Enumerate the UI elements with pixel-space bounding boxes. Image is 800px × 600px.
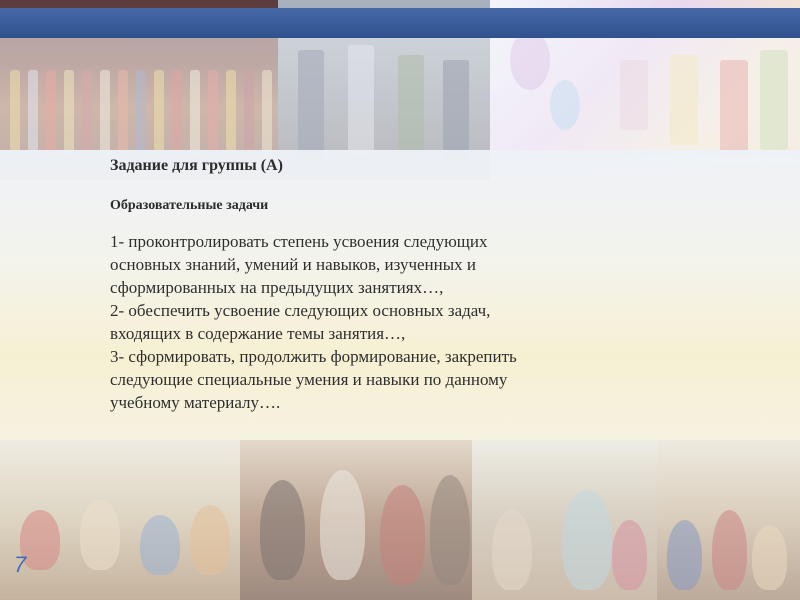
slide-subheading: Образовательные задачи bbox=[110, 198, 269, 213]
presentation-slide: Задание для группы (А) Образовательные з… bbox=[0, 0, 800, 600]
task-line: основных знаний, умений и навыков, изуче… bbox=[110, 255, 477, 274]
task-line: сформированных на предыдущих занятиях…, bbox=[110, 278, 444, 297]
task-line: следующие специальные умения и навыки по… bbox=[110, 370, 508, 389]
task-list: 1- проконтролировать степень усвоения сл… bbox=[110, 230, 670, 414]
task-line: 3- сформировать, продолжить формирование… bbox=[110, 347, 517, 366]
header-bar bbox=[0, 8, 800, 38]
bottom-photo-overlay bbox=[0, 440, 800, 600]
slide-heading: Задание для группы (А) bbox=[110, 157, 283, 174]
task-line: входящих в содержание темы занятия…, bbox=[110, 324, 406, 343]
slide-number: 7 bbox=[14, 552, 27, 577]
task-line: 1- проконтролировать степень усвоения сл… bbox=[110, 232, 488, 251]
task-line: учебному материалу…. bbox=[110, 393, 281, 412]
task-line: 2- обеспечить усвоение следующих основны… bbox=[110, 301, 491, 320]
